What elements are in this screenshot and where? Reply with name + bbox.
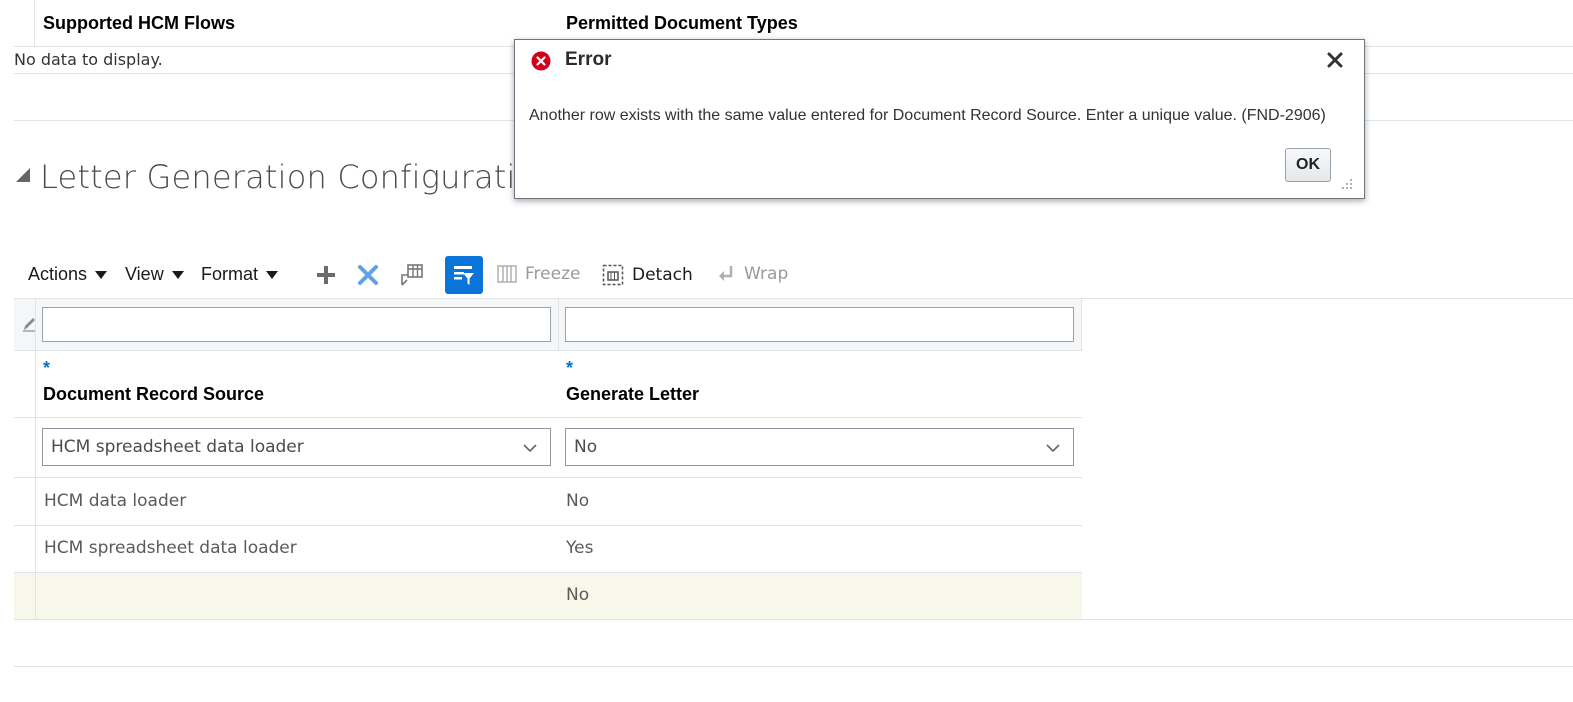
dialog-title: Error — [565, 49, 612, 70]
row-header-divider — [35, 573, 36, 619]
caret-down-icon — [95, 270, 108, 279]
required-indicator: * — [566, 358, 574, 378]
wrap-icon — [719, 266, 733, 281]
filter-input-generate-letter[interactable] — [565, 307, 1074, 342]
filter-input-document-record-source[interactable] — [42, 307, 551, 342]
close-icon[interactable] — [1326, 51, 1344, 69]
empty-table-message: No data to display. — [14, 50, 163, 69]
cell-document-record-source: HCM spreadsheet data loader — [44, 538, 297, 558]
resize-handle-icon[interactable] — [1341, 177, 1353, 189]
table-row-selected[interactable]: No — [14, 573, 1082, 619]
caret-down-icon — [266, 270, 279, 279]
freeze-label: Freeze — [525, 264, 581, 284]
dialog-message: Another row exists with the same value e… — [529, 107, 1326, 124]
required-indicator: * — [43, 358, 51, 378]
error-icon — [531, 51, 551, 71]
divider — [14, 350, 1082, 351]
detach-button[interactable]: Detach — [602, 264, 693, 286]
table-row[interactable]: HCM data loader No — [36, 478, 1082, 525]
column-divider — [34, 0, 35, 46]
caret-down-icon — [171, 270, 184, 279]
divider — [14, 619, 1573, 620]
freeze-button[interactable]: Freeze — [497, 264, 580, 284]
disclosure-triangle-icon[interactable] — [16, 168, 30, 182]
freeze-icon — [497, 265, 517, 283]
document-record-source-value: HCM spreadsheet data loader — [51, 437, 304, 457]
document-record-source-select[interactable]: HCM spreadsheet data loader — [42, 428, 551, 466]
detach-icon — [602, 264, 624, 286]
generate-letter-value: No — [574, 437, 598, 457]
column-header-document-record-source[interactable]: Document Record Source — [43, 384, 264, 405]
delete-row-icon[interactable] — [357, 264, 379, 286]
generate-letter-select[interactable]: No — [565, 428, 1074, 466]
ok-button[interactable]: OK — [1285, 148, 1331, 182]
column-header-supported-hcm-flows: Supported HCM Flows — [43, 13, 235, 33]
section-title: Letter Generation Configuration — [40, 158, 556, 196]
column-header-generate-letter[interactable]: Generate Letter — [566, 384, 699, 405]
column-divider — [558, 299, 559, 350]
cell-generate-letter: No — [566, 491, 590, 511]
actions-menu[interactable]: Actions — [28, 264, 108, 285]
cell-generate-letter: Yes — [566, 538, 594, 558]
format-menu[interactable]: Format — [201, 264, 279, 285]
chevron-down-icon — [1046, 444, 1060, 453]
view-menu[interactable]: View — [125, 264, 184, 285]
divider — [14, 417, 1082, 418]
query-by-example-table-icon[interactable] — [400, 263, 424, 287]
table-row[interactable]: HCM spreadsheet data loader Yes — [36, 526, 1082, 572]
filter-icon — [454, 266, 474, 285]
edit-row-icon — [22, 316, 36, 332]
column-divider — [1081, 299, 1082, 350]
actions-menu-label: Actions — [28, 264, 88, 284]
wrap-label: Wrap — [744, 264, 789, 284]
error-dialog: Error Another row exists with the same v… — [514, 39, 1365, 199]
add-row-icon[interactable] — [315, 264, 337, 286]
filter-button[interactable] — [445, 256, 483, 294]
wrap-button[interactable]: Wrap — [716, 264, 788, 284]
chevron-down-icon — [523, 444, 537, 453]
cell-document-record-source: HCM data loader — [44, 491, 187, 511]
detach-label: Detach — [632, 265, 693, 285]
column-header-permitted-document-types: Permitted Document Types — [566, 13, 798, 33]
cell-generate-letter: No — [566, 585, 590, 605]
divider — [14, 666, 1573, 667]
view-menu-label: View — [125, 264, 164, 284]
format-menu-label: Format — [201, 264, 259, 284]
